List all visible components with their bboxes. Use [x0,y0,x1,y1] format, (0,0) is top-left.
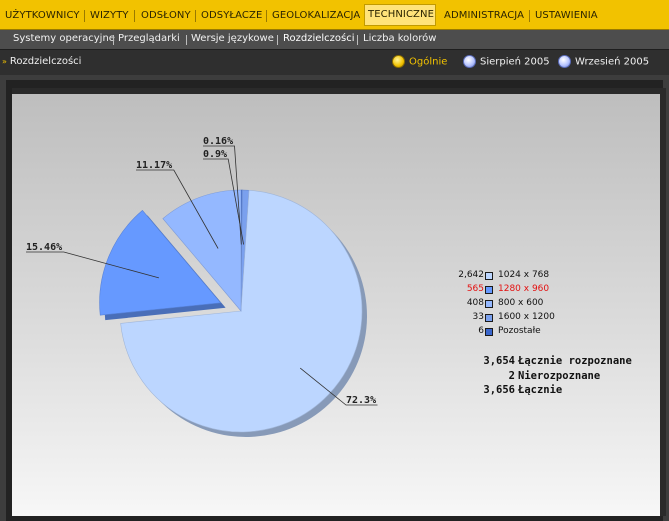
totals-label: Łącznie rozpoznane [518,355,632,367]
legend-count: 33 [472,312,484,322]
legend-count: 565 [466,284,484,294]
legend-swatch [485,286,493,294]
legend-count: 408 [466,298,484,308]
totals-value: 3,656 [483,384,515,396]
pie-percent-label: 15.46% [26,242,62,253]
pie-percent-label: 0.9% [203,149,227,160]
legend-label: 800 x 600 [498,298,544,308]
legend-label: 1024 x 768 [498,270,550,280]
legend-label: 1600 x 1200 [498,312,555,322]
pie-percent-label: 11.17% [136,160,172,171]
totals-value: 3,654 [483,355,515,367]
totals-label: Nierozpoznane [518,369,601,382]
legend-count: 6 [478,326,484,336]
pie-percent-label: 72.3% [346,395,376,406]
legend-swatch [485,328,493,336]
pie-percent-label: 0.16% [203,136,233,147]
legend-swatch [485,314,493,322]
legend-swatch [485,300,493,308]
legend-label: Pozostałe [498,326,541,336]
legend-swatch [485,272,493,280]
legend-label: 1280 x 960 [498,284,550,294]
totals-label: Łącznie [518,384,563,396]
totals-value: 2 [508,369,515,382]
pie-chart: 0.16% 0.9% 72.3% 15.46% 11.17% [26,136,378,438]
legend-count: 2,642 [458,270,484,280]
